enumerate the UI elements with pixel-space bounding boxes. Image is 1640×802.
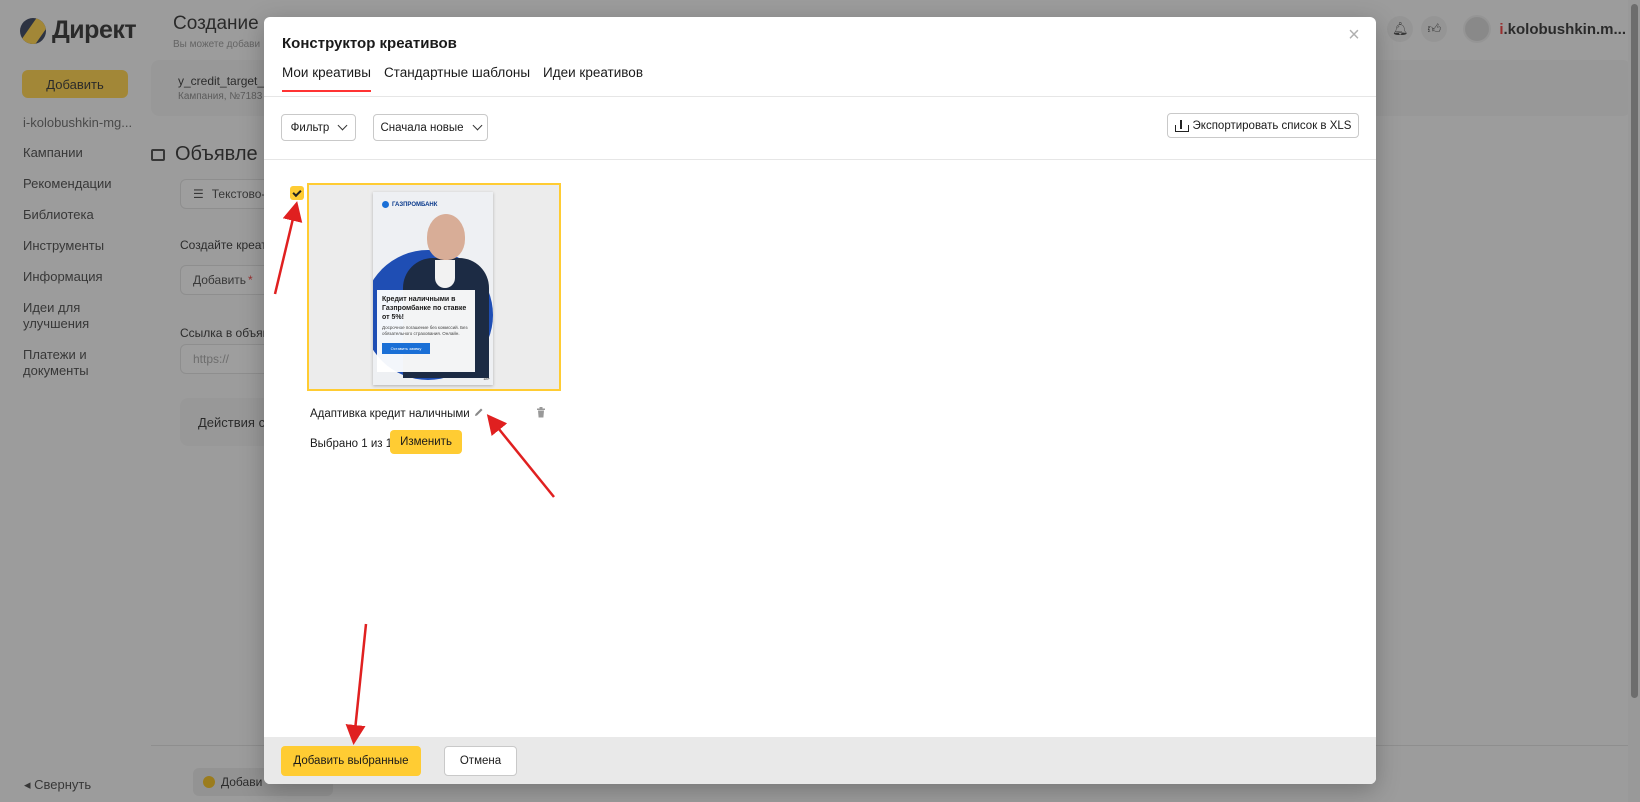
tab-creative-ideas[interactable]: Идеи креативов [543,65,643,92]
creative-builder-modal: × Конструктор креативов Мои креативы Ста… [264,17,1376,784]
filter-button[interactable]: Фильтр [281,114,356,141]
creative-card[interactable]: ГАЗПРОМБАНК Кредит наличными в Газпромба… [307,183,561,391]
modal-footer: Добавить выбранные Отмена [264,737,1376,784]
chevron-down-icon [337,120,348,131]
change-button[interactable]: Изменить [390,430,462,454]
export-label: Экспортировать список в XLS [1192,119,1352,132]
bank-name: ГАЗПРОМБАНК [392,201,438,208]
tab-standard-templates[interactable]: Стандартные шаблоны [384,65,530,92]
filter-label: Фильтр [290,121,330,134]
add-selected-button[interactable]: Добавить выбранные [281,746,421,776]
sort-label: Сначала новые [380,121,464,134]
modal-tabs: Мои креативы Стандартные шаблоны Идеи кр… [282,65,643,92]
creative-checkbox[interactable] [290,186,304,200]
preview-person-head [427,214,465,260]
export-xls-button[interactable]: Экспортировать список в XLS [1167,113,1359,138]
export-icon [1174,119,1189,132]
preview-text-panel: Кредит наличными в Газпромбанке по ставк… [377,290,475,372]
preview-ad-button: Оставить заявку [382,343,430,354]
preview-age-mark: 18+ [483,376,490,381]
bank-logo-icon [382,201,389,208]
chevron-down-icon [472,120,482,131]
preview-bank-logo: ГАЗПРОМБАНК [382,201,437,208]
selected-count: Выбрано 1 из 1 [310,438,393,450]
cancel-button[interactable]: Отмена [444,746,517,776]
tab-my-creatives[interactable]: Мои креативы [282,65,371,92]
trash-icon[interactable] [536,407,546,418]
sort-select[interactable]: Сначала новые [373,114,488,141]
preview-ad-text: Досрочное погашение без комиссий. Без об… [382,325,468,336]
creative-preview: ГАЗПРОМБАНК Кредит наличными в Газпромба… [373,192,493,385]
creative-name: Адаптивка кредит наличными [310,408,470,420]
pencil-icon[interactable] [474,407,484,417]
tabs-divider [264,96,1376,97]
close-icon[interactable]: × [1344,25,1364,45]
modal-title: Конструктор креативов [282,35,457,52]
preview-ad-title: Кредит наличными в Газпромбанке по ставк… [382,296,467,321]
preview-person-shirt [435,260,455,288]
toolbar-divider [264,159,1376,160]
